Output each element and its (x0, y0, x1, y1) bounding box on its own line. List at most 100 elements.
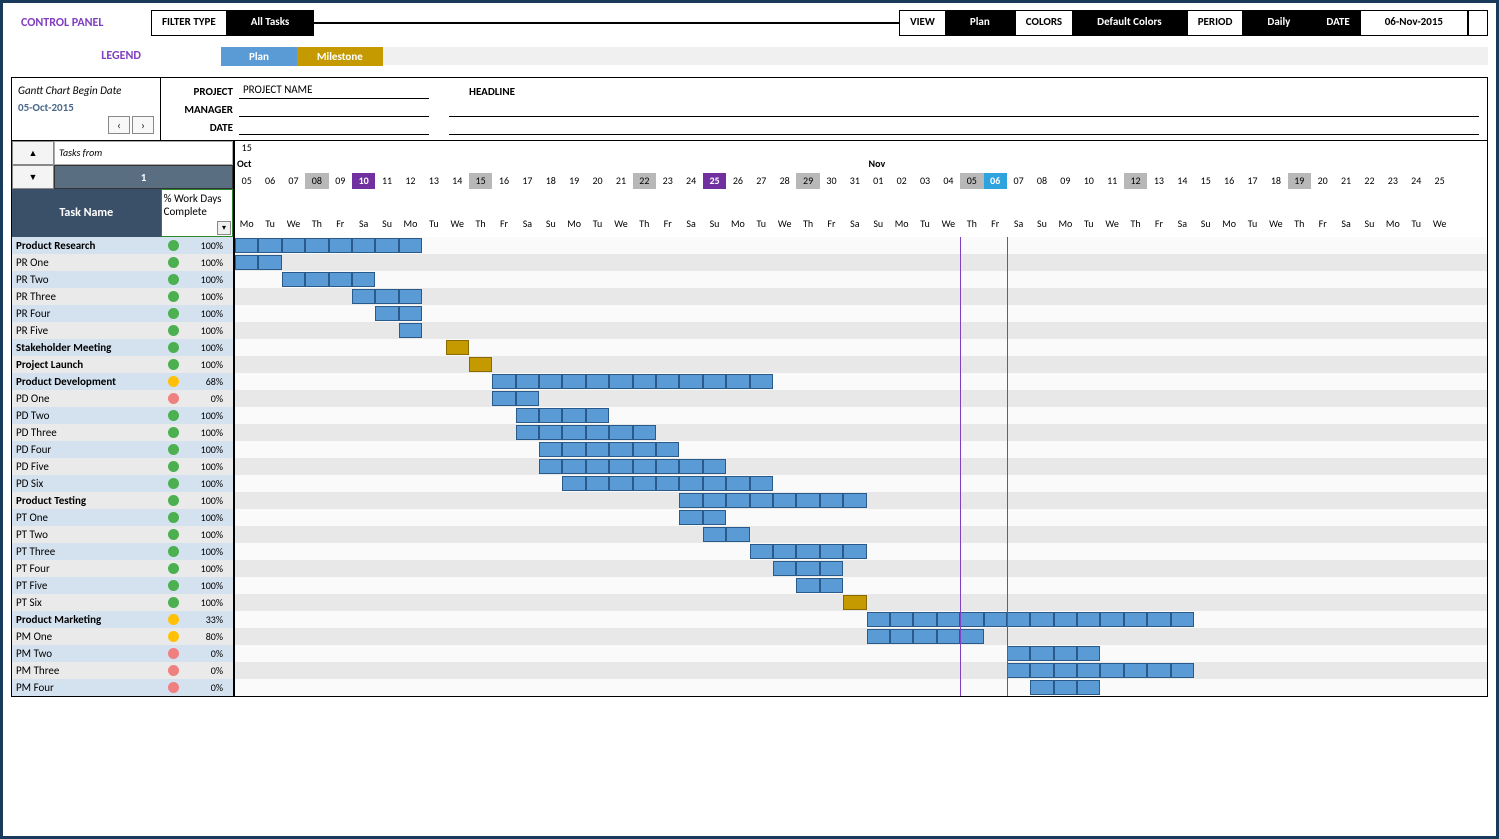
plan-bar[interactable] (352, 272, 375, 287)
plan-bar[interactable] (750, 374, 773, 389)
plan-bar[interactable] (773, 493, 796, 508)
next-button[interactable]: › (132, 116, 154, 134)
plan-bar[interactable] (679, 459, 702, 474)
plan-bar[interactable] (1007, 612, 1030, 627)
plan-bar[interactable] (913, 612, 936, 627)
day-cell[interactable]: 03 (913, 173, 936, 189)
task-row[interactable]: PT Four100% (12, 560, 233, 577)
day-cell[interactable]: 25 (1428, 173, 1451, 189)
plan-bar[interactable] (1077, 663, 1100, 678)
plan-bar[interactable] (820, 544, 843, 559)
day-cell[interactable]: 15 (1194, 173, 1217, 189)
plan-bar[interactable] (516, 425, 539, 440)
day-cell[interactable]: 24 (679, 173, 702, 189)
day-cell[interactable]: 14 (1171, 173, 1194, 189)
day-cell[interactable]: 10 (352, 173, 375, 189)
plan-bar[interactable] (562, 408, 585, 423)
task-row[interactable]: PT One100% (12, 509, 233, 526)
task-row[interactable]: PT Five100% (12, 577, 233, 594)
day-cell[interactable]: 19 (1288, 173, 1311, 189)
task-row[interactable]: PD Three100% (12, 424, 233, 441)
plan-bar[interactable] (843, 544, 866, 559)
task-row[interactable]: PD Four100% (12, 441, 233, 458)
plan-bar[interactable] (586, 476, 609, 491)
task-row[interactable]: PR Four100% (12, 305, 233, 322)
plan-bar[interactable] (399, 323, 422, 338)
plan-bar[interactable] (329, 272, 352, 287)
plan-bar[interactable] (609, 374, 632, 389)
plan-bar[interactable] (703, 493, 726, 508)
day-cell[interactable]: 07 (1007, 173, 1030, 189)
plan-bar[interactable] (1124, 612, 1147, 627)
day-cell[interactable]: 26 (726, 173, 749, 189)
task-row[interactable]: PT Six100% (12, 594, 233, 611)
day-cell[interactable]: 31 (843, 173, 866, 189)
plan-bar[interactable] (562, 476, 585, 491)
plan-bar[interactable] (609, 476, 632, 491)
plan-bar[interactable] (750, 544, 773, 559)
plan-bar[interactable] (539, 459, 562, 474)
task-row[interactable]: PT Three100% (12, 543, 233, 560)
task-row[interactable]: PD Five100% (12, 458, 233, 475)
task-row[interactable]: PR Two100% (12, 271, 233, 288)
milestone-bar[interactable] (446, 340, 469, 355)
plan-bar[interactable] (1054, 612, 1077, 627)
day-cell[interactable]: 29 (796, 173, 819, 189)
plan-bar[interactable] (773, 544, 796, 559)
day-cell[interactable]: 24 (1405, 173, 1428, 189)
plan-bar[interactable] (516, 391, 539, 406)
day-cell[interactable]: 10 (1077, 173, 1100, 189)
tasks-from-value[interactable]: 1 (54, 165, 233, 189)
plan-bar[interactable] (820, 493, 843, 508)
day-cell[interactable]: 04 (937, 173, 960, 189)
plan-bar[interactable] (1100, 663, 1123, 678)
day-cell[interactable]: 23 (656, 173, 679, 189)
plan-bar[interactable] (609, 459, 632, 474)
task-row[interactable]: Project Launch100% (12, 356, 233, 373)
plan-bar[interactable] (399, 238, 422, 253)
plan-bar[interactable] (796, 561, 819, 576)
plan-bar[interactable] (633, 459, 656, 474)
plan-bar[interactable] (913, 629, 936, 644)
plan-bar[interactable] (679, 374, 702, 389)
plan-bar[interactable] (1147, 612, 1170, 627)
plan-bar[interactable] (656, 459, 679, 474)
plan-bar[interactable] (1030, 646, 1053, 661)
day-cell[interactable]: 22 (633, 173, 656, 189)
day-cell[interactable]: 28 (773, 173, 796, 189)
task-row[interactable]: PR Three100% (12, 288, 233, 305)
date-control[interactable]: DATE 06-Nov-2015 (1315, 10, 1468, 36)
plan-bar[interactable] (656, 476, 679, 491)
plan-bar[interactable] (960, 612, 983, 627)
day-cell[interactable]: 20 (586, 173, 609, 189)
day-cell[interactable]: 13 (1147, 173, 1170, 189)
plan-bar[interactable] (539, 442, 562, 457)
plan-bar[interactable] (282, 238, 305, 253)
day-cell[interactable]: 13 (422, 173, 445, 189)
plan-bar[interactable] (399, 306, 422, 321)
plan-bar[interactable] (633, 476, 656, 491)
plan-bar[interactable] (633, 374, 656, 389)
plan-bar[interactable] (539, 408, 562, 423)
plan-bar[interactable] (539, 374, 562, 389)
plan-bar[interactable] (516, 374, 539, 389)
plan-bar[interactable] (703, 374, 726, 389)
plan-bar[interactable] (633, 442, 656, 457)
task-row[interactable]: PD Six100% (12, 475, 233, 492)
day-cell[interactable]: 22 (1358, 173, 1381, 189)
view-control[interactable]: VIEW Plan (899, 10, 1015, 36)
manager-value[interactable] (239, 101, 429, 117)
plan-bar[interactable] (796, 493, 819, 508)
day-cell[interactable]: 12 (399, 173, 422, 189)
day-cell[interactable]: 21 (609, 173, 632, 189)
day-cell[interactable]: 06 (984, 173, 1007, 189)
day-cell[interactable]: 09 (329, 173, 352, 189)
day-cell[interactable]: 17 (516, 173, 539, 189)
day-cell[interactable]: 14 (446, 173, 469, 189)
plan-bar[interactable] (539, 425, 562, 440)
plan-bar[interactable] (703, 459, 726, 474)
plan-bar[interactable] (1007, 663, 1030, 678)
period-control[interactable]: PERIOD Daily (1187, 10, 1316, 36)
plan-bar[interactable] (282, 272, 305, 287)
plan-bar[interactable] (399, 289, 422, 304)
